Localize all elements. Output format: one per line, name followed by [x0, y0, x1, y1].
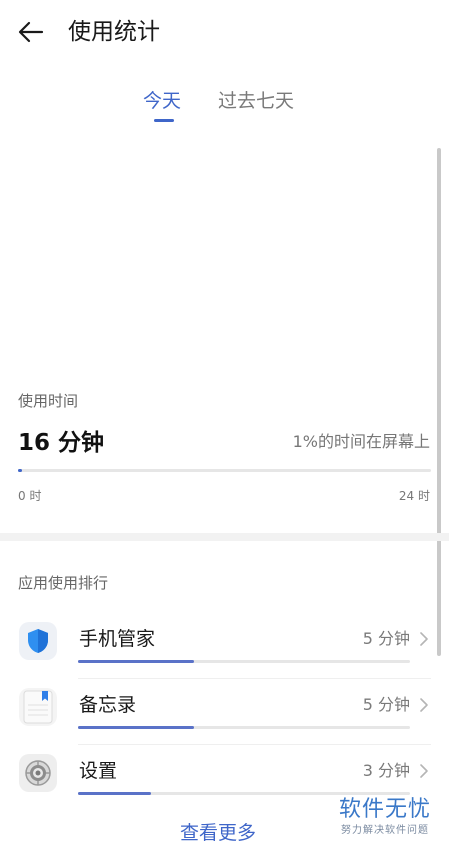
- app-usage-time: 5 分钟: [362, 695, 410, 714]
- app-name: 手机管家: [79, 628, 156, 650]
- back-arrow-icon: [18, 21, 44, 43]
- app-name: 备忘录: [79, 694, 137, 716]
- row-divider: [78, 678, 431, 679]
- chevron-right-icon: [420, 632, 428, 646]
- app-usage-time: 3 分钟: [362, 761, 410, 780]
- app-usage-track: [78, 726, 410, 729]
- tab-today[interactable]: 今天: [143, 86, 181, 116]
- app-row-phone-manager[interactable]: 手机管家 5 分钟: [0, 612, 449, 678]
- app-usage-fill: [78, 726, 195, 729]
- app-usage-fill: [78, 660, 195, 663]
- app-usage-time: 5 分钟: [362, 629, 410, 648]
- axis-start-label: 0 时: [18, 489, 42, 503]
- scrollbar[interactable]: [437, 148, 441, 656]
- chevron-right-icon: [420, 764, 428, 778]
- usage-progress-fill: [18, 469, 23, 472]
- usage-progress-track: [18, 469, 431, 472]
- section-divider: [0, 533, 449, 541]
- usage-time-label: 使用时间: [18, 392, 79, 410]
- app-usage-track: [78, 792, 410, 795]
- axis-end-label: 24 时: [398, 489, 430, 503]
- row-divider: [78, 744, 431, 745]
- watermark-title: 软件无忧: [338, 797, 431, 822]
- usage-time-value: 16 分钟: [18, 430, 105, 456]
- tab-bar: 今天 过去七天: [0, 86, 449, 126]
- active-tab-indicator: [154, 119, 174, 122]
- app-name: 设置: [79, 760, 118, 782]
- app-ranking-title: 应用使用排行: [18, 574, 109, 592]
- app-row-notepad[interactable]: 备忘录 5 分钟: [0, 678, 449, 744]
- app-usage-track: [78, 660, 410, 663]
- app-usage-fill: [78, 792, 152, 795]
- back-button[interactable]: [16, 17, 46, 47]
- settings-gear-icon: [19, 754, 57, 792]
- phone-manager-shield-icon: [19, 622, 57, 660]
- notepad-icon: [19, 688, 57, 726]
- screen-time-percent: 1%的时间在屏幕上: [292, 432, 430, 451]
- page-title: 使用统计: [68, 19, 160, 45]
- watermark-subtitle: 努力解决软件问题: [341, 825, 429, 836]
- chevron-right-icon: [420, 698, 428, 712]
- watermark: 软件无忧 努力解决软件问题: [325, 796, 445, 838]
- tab-past-seven-days[interactable]: 过去七天: [218, 86, 294, 116]
- see-more-link[interactable]: 查看更多: [180, 818, 256, 845]
- app-header: 使用统计: [0, 0, 449, 64]
